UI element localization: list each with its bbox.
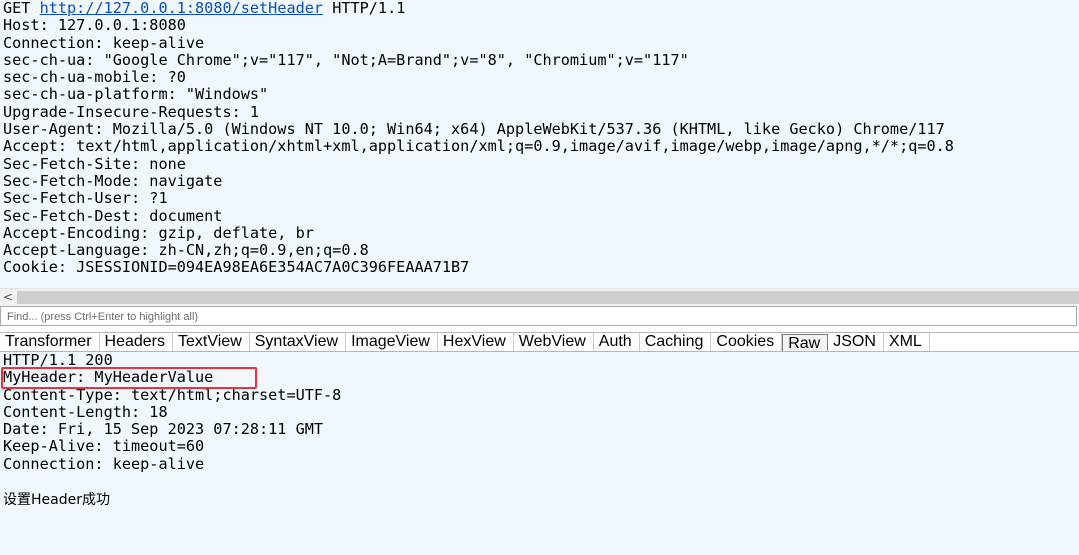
- request-header-line: Sec-Fetch-Mode: navigate: [3, 171, 223, 190]
- tab-json[interactable]: JSON: [828, 333, 884, 351]
- response-inspector-tabs: Transformer Headers TextView SyntaxView Imag…: [0, 332, 1079, 352]
- request-header-line: Host: 127.0.0.1:8080: [3, 16, 186, 35]
- response-body: 设置Header成功: [3, 492, 110, 509]
- request-header-line: Accept-Encoding: gzip, deflate, br: [3, 223, 314, 242]
- request-horizontal-scrollbar[interactable]: <: [0, 288, 1079, 306]
- request-header-line: Upgrade-Insecure-Requests: 1: [3, 102, 260, 121]
- request-header-line: Accept-Language: zh-CN,zh;q=0.9,en;q=0.8: [3, 241, 369, 260]
- response-header-line: Connection: keep-alive: [3, 454, 205, 473]
- tab-hexview[interactable]: HexView: [438, 333, 514, 351]
- request-header-line: User-Agent: Mozilla/5.0 (Windows NT 10.0…: [3, 120, 945, 139]
- request-url-link[interactable]: http://127.0.0.1:8080/setHeader: [40, 0, 323, 17]
- request-protocol: HTTP/1.1: [332, 0, 406, 17]
- tab-imageview[interactable]: ImageView: [346, 333, 438, 351]
- tab-caching[interactable]: Caching: [640, 333, 712, 351]
- highlight-annotation-box: [1, 367, 257, 389]
- request-header-line: Sec-Fetch-Dest: document: [3, 206, 223, 225]
- request-header-line: sec-ch-ua-platform: "Windows": [3, 85, 269, 104]
- scrollbar-thumb[interactable]: [17, 291, 1079, 304]
- tab-cookies[interactable]: Cookies: [711, 333, 783, 351]
- tab-transformer[interactable]: Transformer: [0, 333, 100, 351]
- response-header-line: Content-Type: text/html;charset=UTF-8: [3, 385, 342, 404]
- response-header-line: Date: Fri, 15 Sep 2023 07:28:11 GMT: [3, 420, 324, 439]
- tab-syntaxview[interactable]: SyntaxView: [250, 333, 347, 351]
- tab-xml[interactable]: XML: [884, 333, 930, 351]
- request-headers: Host: 127.0.0.1:8080 Connection: keep-ali…: [0, 16, 1079, 277]
- request-header-line: sec-ch-ua: "Google Chrome";v="117", "Not…: [3, 50, 689, 69]
- request-raw-pane[interactable]: GET http://127.0.0.1:8080/setHeader HTTP…: [0, 0, 1079, 288]
- request-header-line: Cookie: JSESSIONID=094EA98EA6E354AC7A0C3…: [3, 258, 470, 277]
- tab-webview[interactable]: WebView: [514, 333, 594, 351]
- tab-headers[interactable]: Headers: [100, 333, 174, 351]
- request-header-line: Sec-Fetch-Site: none: [3, 154, 186, 173]
- tab-raw[interactable]: Raw: [782, 334, 829, 351]
- request-line: GET http://127.0.0.1:8080/setHeader HTTP…: [0, 0, 1079, 17]
- response-header-line: Keep-Alive: timeout=60: [3, 437, 205, 456]
- find-input[interactable]: Find... (press Ctrl+Enter to highlight a…: [0, 306, 1077, 326]
- request-header-line: sec-ch-ua-mobile: ?0: [3, 68, 186, 87]
- scroll-left-arrow-icon[interactable]: <: [3, 289, 13, 306]
- response-header-line: Content-Length: 18: [3, 402, 168, 421]
- request-header-line: Connection: keep-alive: [3, 33, 205, 52]
- tab-auth[interactable]: Auth: [594, 333, 640, 351]
- request-method: GET: [3, 0, 31, 17]
- request-header-line: Accept: text/html,application/xhtml+xml,…: [3, 137, 954, 156]
- response-headers: Content-Type: text/html;charset=UTF-8 Con…: [0, 385, 1079, 473]
- request-header-line: Sec-Fetch-User: ?1: [3, 189, 168, 208]
- tab-textview[interactable]: TextView: [173, 333, 250, 351]
